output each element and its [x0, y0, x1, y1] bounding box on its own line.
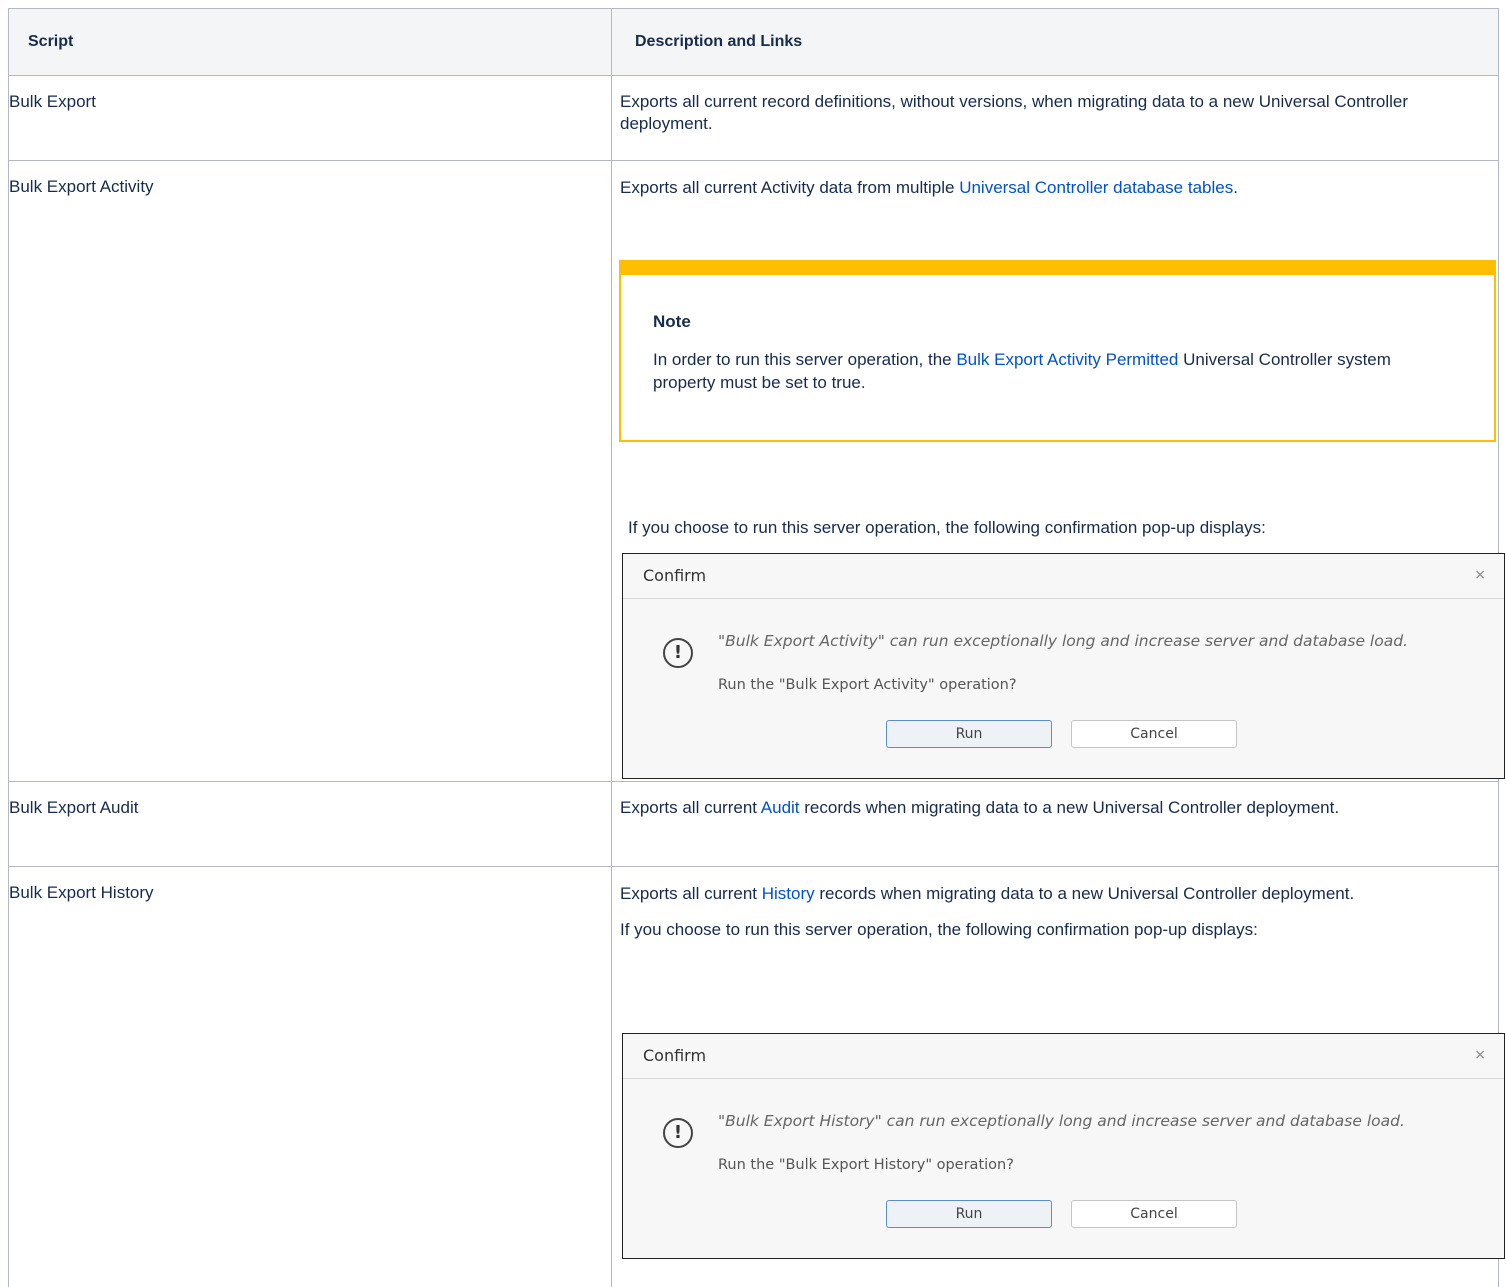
cancel-button[interactable]: Cancel: [1071, 720, 1237, 748]
note-callout: Note In order to run this server operati…: [619, 260, 1496, 442]
close-icon[interactable]: ×: [1474, 1047, 1486, 1063]
script-name: Bulk Export: [9, 92, 96, 111]
script-cell: Bulk Export History: [9, 867, 612, 1287]
audit-link[interactable]: Audit: [761, 798, 800, 817]
script-cell: Bulk Export: [9, 76, 612, 160]
table-row: Bulk Export Audit Exports all current Au…: [9, 782, 1499, 867]
close-icon[interactable]: ×: [1474, 567, 1486, 583]
dialog-question: Run the "Bulk Export History" operation?: [718, 1157, 1014, 1173]
script-name: Bulk Export Audit: [9, 798, 139, 817]
popup-intro-text: If you choose to run this server operati…: [628, 518, 1266, 537]
description-cell: Exports all current record definitions, …: [612, 76, 1499, 160]
popup-intro-text: If you choose to run this server operati…: [620, 920, 1258, 939]
run-button[interactable]: Run: [886, 1200, 1052, 1228]
script-cell: Bulk Export Audit: [9, 782, 612, 866]
script-cell: Bulk Export Activity: [9, 161, 612, 781]
table-header: Script Description and Links: [9, 9, 1499, 76]
warning-icon: !: [663, 1118, 693, 1148]
bulk-export-activity-permitted-link[interactable]: Bulk Export Activity Permitted: [956, 350, 1178, 369]
dialog-divider: [623, 1078, 1504, 1079]
header-script: Script: [9, 9, 612, 75]
description-text: Exports all current History records when…: [620, 884, 1355, 903]
dialog-divider: [623, 598, 1504, 599]
dialog-title: Confirm: [643, 566, 707, 585]
description-text: Exports all current record definitions, …: [620, 92, 1409, 133]
database-tables-link[interactable]: Universal Controller database tables: [959, 178, 1233, 197]
description-cell: Exports all current Audit records when m…: [612, 782, 1499, 866]
table-row: Bulk Export Exports all current record d…: [9, 76, 1499, 161]
warning-icon: !: [663, 638, 693, 668]
confirm-dialog-history: Confirm × ! "Bulk Export History" can ru…: [622, 1033, 1505, 1259]
script-name: Bulk Export Activity: [9, 177, 154, 196]
history-link[interactable]: History: [762, 884, 815, 903]
confirm-dialog-activity: Confirm × ! "Bulk Export Activity" can r…: [622, 553, 1505, 779]
dialog-message: "Bulk Export History" can run exceptiona…: [718, 1112, 1405, 1130]
cancel-button[interactable]: Cancel: [1071, 1200, 1237, 1228]
script-name: Bulk Export History: [9, 883, 154, 902]
description-text: Exports all current Audit records when m…: [620, 798, 1340, 817]
dialog-title: Confirm: [643, 1046, 707, 1065]
note-title: Note: [653, 312, 691, 331]
dialog-message: "Bulk Export Activity" can run exception…: [718, 632, 1408, 650]
run-button[interactable]: Run: [886, 720, 1052, 748]
header-description: Description and Links: [612, 9, 1499, 75]
description-text: Exports all current Activity data from m…: [620, 178, 1238, 197]
dialog-question: Run the "Bulk Export Activity" operation…: [718, 677, 1017, 693]
note-body: In order to run this server operation, t…: [653, 350, 1391, 392]
